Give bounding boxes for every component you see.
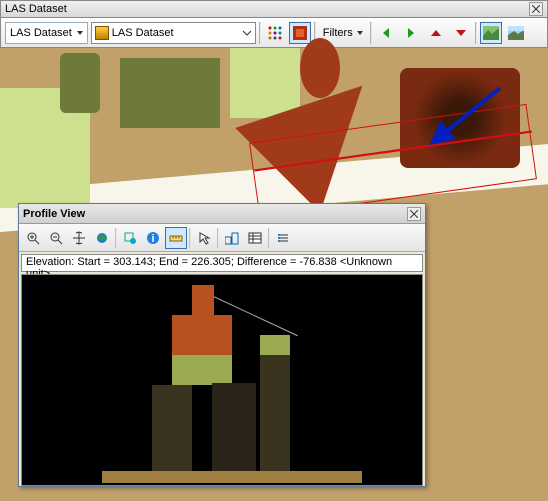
identify-button[interactable]: i — [142, 227, 164, 249]
profile-close-icon[interactable] — [407, 207, 421, 221]
zoom-out-button[interactable] — [45, 227, 67, 249]
building-patch — [300, 38, 340, 98]
separator — [189, 228, 191, 248]
point-cloud — [260, 335, 290, 355]
profile-status-bar: Elevation: Start = 303.143; End = 226.30… — [21, 254, 423, 272]
attribute-table-button[interactable] — [244, 227, 266, 249]
profile-titlebar[interactable]: Profile View — [19, 204, 425, 224]
close-icon[interactable] — [529, 2, 543, 16]
point-cloud — [260, 335, 290, 475]
filters-label: Filters — [323, 27, 353, 39]
pan-button[interactable] — [68, 227, 90, 249]
separator — [217, 228, 219, 248]
nav-up-button[interactable] — [425, 22, 447, 44]
edit-classification-button[interactable] — [221, 227, 243, 249]
separator — [370, 22, 372, 44]
profile-canvas[interactable] — [21, 274, 423, 486]
point-cloud — [172, 315, 232, 355]
nav-back-button[interactable] — [375, 22, 397, 44]
separator — [115, 228, 117, 248]
profile-view-button[interactable] — [480, 22, 502, 44]
chevron-down-icon — [242, 28, 252, 38]
point-cloud — [172, 355, 232, 385]
pick-tool-button[interactable] — [193, 227, 215, 249]
main-toolbar-title: LAS Dataset — [5, 3, 529, 15]
zoom-in-button[interactable] — [22, 227, 44, 249]
3d-view-button[interactable] — [505, 22, 527, 44]
separator — [268, 228, 270, 248]
point-cloud — [212, 383, 256, 475]
profile-view-window: Profile View i Elevation: Start = 303.14… — [18, 203, 426, 487]
point-cloud — [192, 285, 214, 315]
main-toolbar: LAS Dataset LAS Dataset Filters — [0, 18, 548, 48]
layer-selector[interactable]: LAS Dataset — [91, 22, 256, 44]
profile-toolbar: i — [19, 224, 425, 252]
point-symbology-button[interactable] — [264, 22, 286, 44]
separator — [259, 22, 261, 44]
nav-down-button[interactable] — [450, 22, 472, 44]
svg-text:i: i — [151, 233, 154, 245]
point-cloud — [152, 385, 192, 475]
select-button[interactable] — [119, 227, 141, 249]
nav-forward-button[interactable] — [400, 22, 422, 44]
las-dataset-menu[interactable]: LAS Dataset — [5, 22, 88, 44]
separator — [475, 22, 477, 44]
layer-icon — [95, 26, 109, 40]
main-toolbar-header: LAS Dataset — [0, 0, 548, 18]
layer-selected-label: LAS Dataset — [112, 27, 239, 39]
vegetation-patch — [230, 48, 300, 118]
vegetation-patch — [60, 53, 100, 113]
vegetation-patch — [120, 58, 220, 128]
profile-title-label: Profile View — [23, 208, 407, 220]
point-cloud — [102, 471, 362, 483]
measure-button[interactable] — [165, 227, 187, 249]
las-dataset-menu-label: LAS Dataset — [10, 27, 72, 39]
full-extent-button[interactable] — [91, 227, 113, 249]
surface-symbology-button[interactable] — [289, 22, 311, 44]
options-button[interactable] — [272, 227, 294, 249]
